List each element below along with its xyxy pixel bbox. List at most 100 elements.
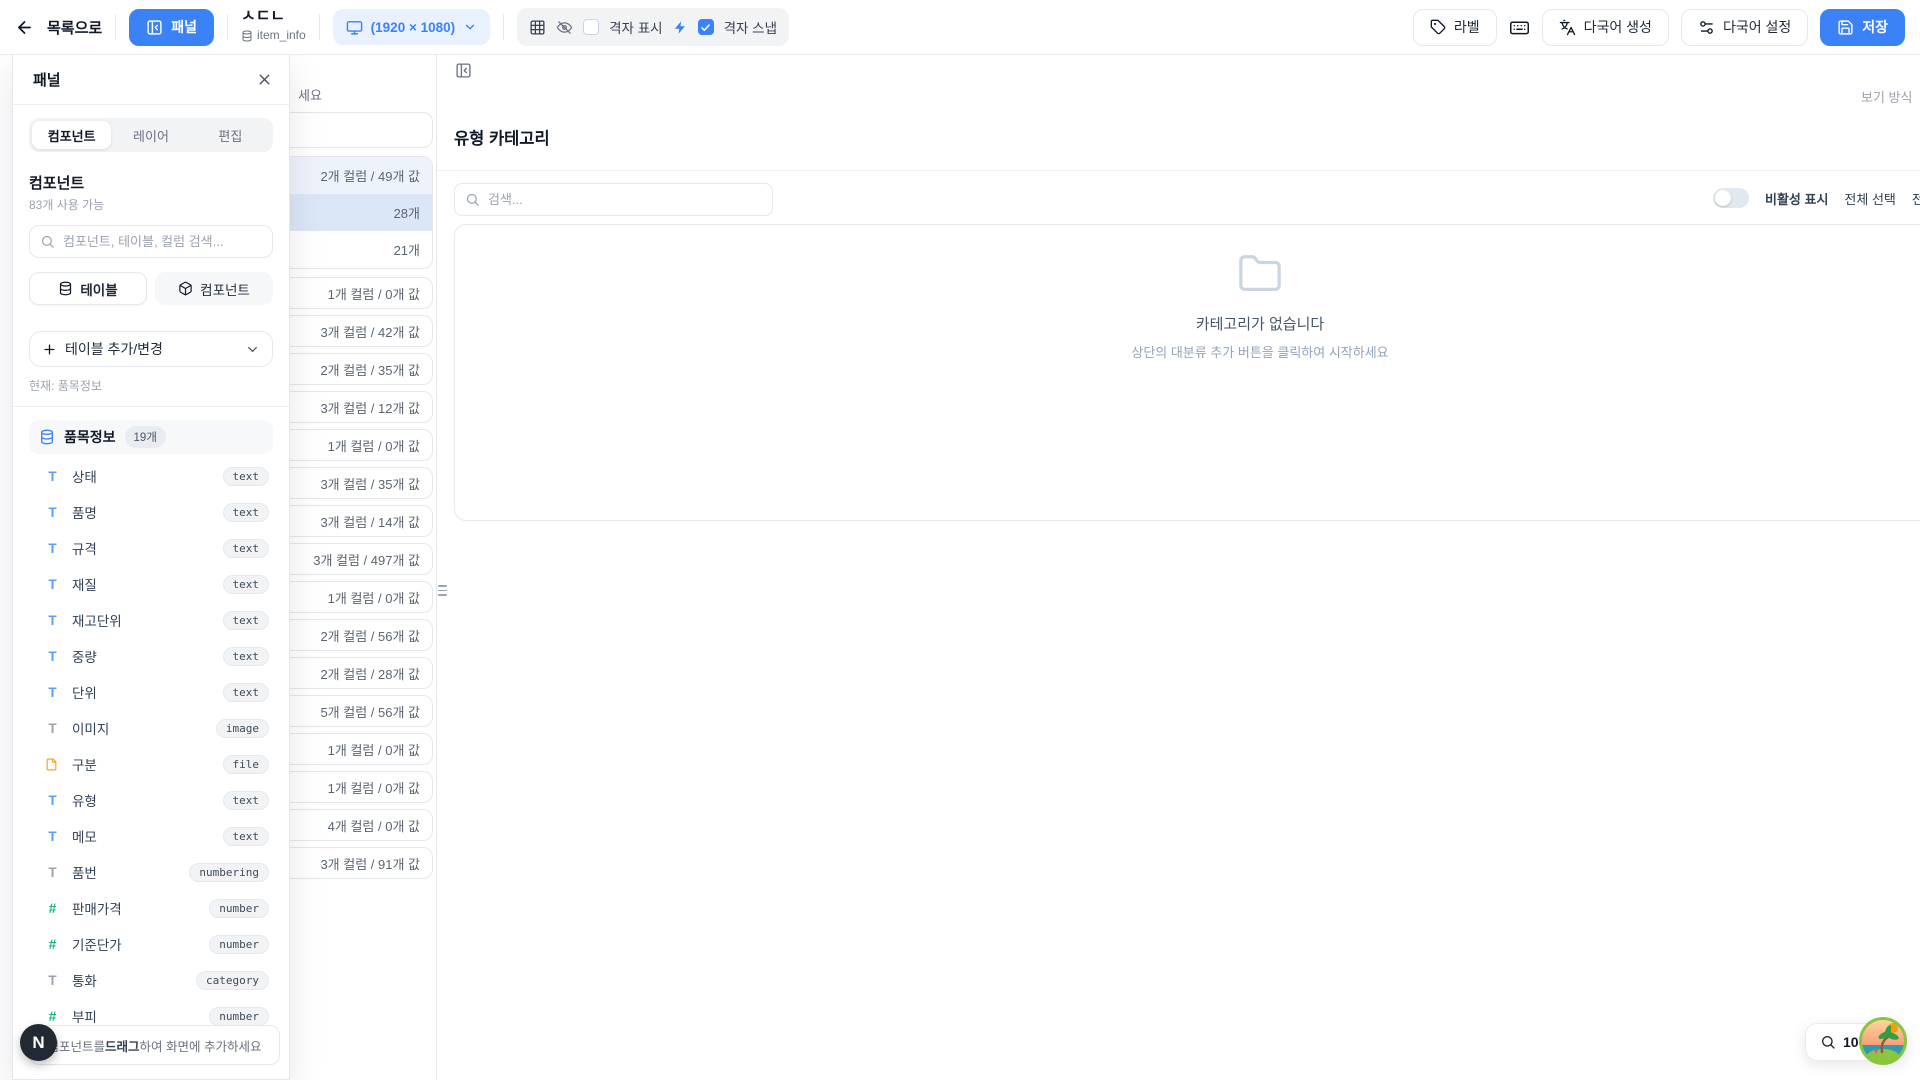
inactive-toggle[interactable]	[1713, 188, 1749, 208]
settings-sliders-icon	[1698, 19, 1715, 36]
toolbar-right-group: 라벨 다국어 생성 다국어 설정 저장	[1413, 9, 1905, 46]
panel-toggle-button[interactable]: 패널	[129, 9, 214, 46]
table-option-meta: 21개	[394, 240, 420, 259]
divider	[13, 406, 289, 407]
type-text-icon: T	[45, 829, 60, 844]
divider	[503, 14, 504, 40]
palm-island-badge[interactable]	[1858, 1016, 1908, 1066]
design-canvas: 보기 방식 유형 카테고리 비활성 표시 전체 선택 전 카테고리가 없습니다 …	[437, 55, 1920, 1080]
type-text-icon: T	[45, 469, 60, 484]
collapse-panel-icon[interactable]	[455, 62, 472, 79]
component-search-input[interactable]	[63, 234, 262, 249]
add-change-table-button[interactable]: 테이블 추가/변경	[29, 331, 273, 367]
clipped-action-button[interactable]: 전	[1912, 189, 1920, 208]
field-row[interactable]: 구분file	[29, 746, 273, 782]
type-text-icon: T	[45, 613, 60, 628]
field-row[interactable]: T중량text	[29, 638, 273, 674]
drag-hint: 컴포넌트를 드래그하여 화면에 추가하세요	[29, 1025, 280, 1065]
field-row[interactable]: T품명text	[29, 494, 273, 530]
database-icon	[241, 30, 253, 42]
field-type-badge: text	[223, 539, 270, 558]
chevron-down-icon	[245, 342, 260, 357]
column-resize-handle[interactable]	[438, 585, 447, 596]
i18n-settings-text: 다국어 설정	[1723, 17, 1791, 37]
mode-table-button[interactable]: 테이블	[29, 272, 147, 305]
label-button[interactable]: 라벨	[1413, 9, 1497, 46]
field-row[interactable]: T메모text	[29, 818, 273, 854]
database-icon	[58, 281, 73, 296]
back-button[interactable]	[15, 18, 34, 37]
field-type-badge: number	[209, 899, 269, 918]
chevron-down-icon	[463, 20, 477, 34]
i18n-generate-button[interactable]: 다국어 생성	[1542, 9, 1669, 46]
tab-components[interactable]: 컴포넌트	[32, 121, 111, 149]
left-panel: 패널 컴포넌트 레이어 편집 컴포넌트 83개 사용 가능 테이블 컴포넌트	[12, 55, 290, 1080]
back-label[interactable]: 목록으로	[47, 17, 102, 38]
search-icon	[40, 234, 55, 249]
field-row[interactable]: #기준단가number	[29, 926, 273, 962]
type-file-icon	[45, 758, 60, 771]
type-text-icon: T	[45, 505, 60, 520]
field-row[interactable]: #판매가격number	[29, 890, 273, 926]
field-name: 중량	[72, 646, 97, 666]
field-name: 유형	[72, 790, 97, 810]
panel-left-icon	[146, 19, 163, 36]
divider	[437, 170, 1920, 171]
eye-off-icon[interactable]	[556, 19, 573, 36]
type-image-icon: T	[45, 721, 60, 736]
grid-snap-checkbox[interactable]	[698, 19, 714, 35]
view-mode-label[interactable]: 보기 방식	[1861, 87, 1912, 106]
magnifier-icon	[1820, 1034, 1836, 1050]
field-row[interactable]: T이미지image	[29, 710, 273, 746]
grid-show-checkbox[interactable]	[583, 19, 599, 35]
mode-component-button[interactable]: 컴포넌트	[155, 272, 273, 305]
field-row[interactable]: T재고단위text	[29, 602, 273, 638]
inactive-toggle-label[interactable]: 비활성 표시	[1765, 189, 1828, 208]
keyboard-shortcuts-button[interactable]	[1509, 17, 1530, 38]
field-row[interactable]: T재질text	[29, 566, 273, 602]
page-title: 유형 카테고리	[454, 125, 550, 149]
i18n-settings-button[interactable]: 다국어 설정	[1681, 9, 1808, 46]
category-search-input[interactable]	[488, 192, 762, 207]
save-icon	[1837, 19, 1854, 36]
drag-hint-text: 하여 화면에 추가하세요	[140, 1036, 262, 1055]
field-name: 단위	[72, 682, 97, 702]
list-controls: 비활성 표시 전체 선택 전	[1713, 188, 1920, 208]
brand-floating-badge[interactable]: N	[20, 1024, 57, 1061]
field-type-badge: text	[223, 503, 270, 522]
panel-close-button[interactable]	[256, 71, 273, 88]
save-button[interactable]: 저장	[1820, 9, 1905, 46]
resolution-dropdown[interactable]: (1920 × 1080)	[333, 9, 490, 45]
field-row[interactable]: T규격text	[29, 530, 273, 566]
plus-icon	[42, 342, 57, 357]
field-name: 품번	[72, 862, 97, 882]
table-field-count-badge: 19개	[125, 426, 166, 448]
empty-state-subtitle: 상단의 대분류 추가 버튼을 클릭하여 시작하세요	[1131, 342, 1388, 361]
field-row[interactable]: T상태text	[29, 458, 273, 494]
field-name: 재고단위	[72, 610, 122, 630]
type-number-icon: #	[45, 1009, 60, 1024]
divider	[227, 14, 228, 40]
drag-hint-bold: 드래그	[105, 1036, 140, 1055]
field-type-badge: file	[223, 755, 270, 774]
components-available-count: 83개 사용 가능	[29, 196, 273, 213]
field-list: T상태text T품명text T규격text T재질text T 재고단위 tex…	[13, 454, 289, 1034]
source-mode-switch: 테이블 컴포넌트	[29, 272, 273, 305]
tab-edit[interactable]: 편집	[191, 121, 270, 149]
divider	[115, 14, 116, 40]
field-name: 메모	[72, 826, 97, 846]
field-row[interactable]: T품번numbering	[29, 854, 273, 890]
field-name: 통화	[72, 970, 97, 990]
table-group-row[interactable]: 품목정보 19개	[29, 420, 273, 454]
field-row[interactable]: T단위text	[29, 674, 273, 710]
field-row[interactable]: T유형text	[29, 782, 273, 818]
keyboard-icon	[1509, 17, 1530, 38]
divider	[319, 14, 320, 40]
grid-show-label[interactable]: 격자 표시	[609, 17, 662, 37]
select-all-button[interactable]: 전체 선택	[1844, 189, 1895, 208]
database-icon	[39, 429, 55, 445]
grid-snap-label[interactable]: 격자 스냅	[724, 17, 777, 37]
tab-layers[interactable]: 레이어	[111, 121, 190, 149]
field-row[interactable]: T통화category	[29, 962, 273, 998]
field-name: 기준단가	[72, 934, 122, 954]
